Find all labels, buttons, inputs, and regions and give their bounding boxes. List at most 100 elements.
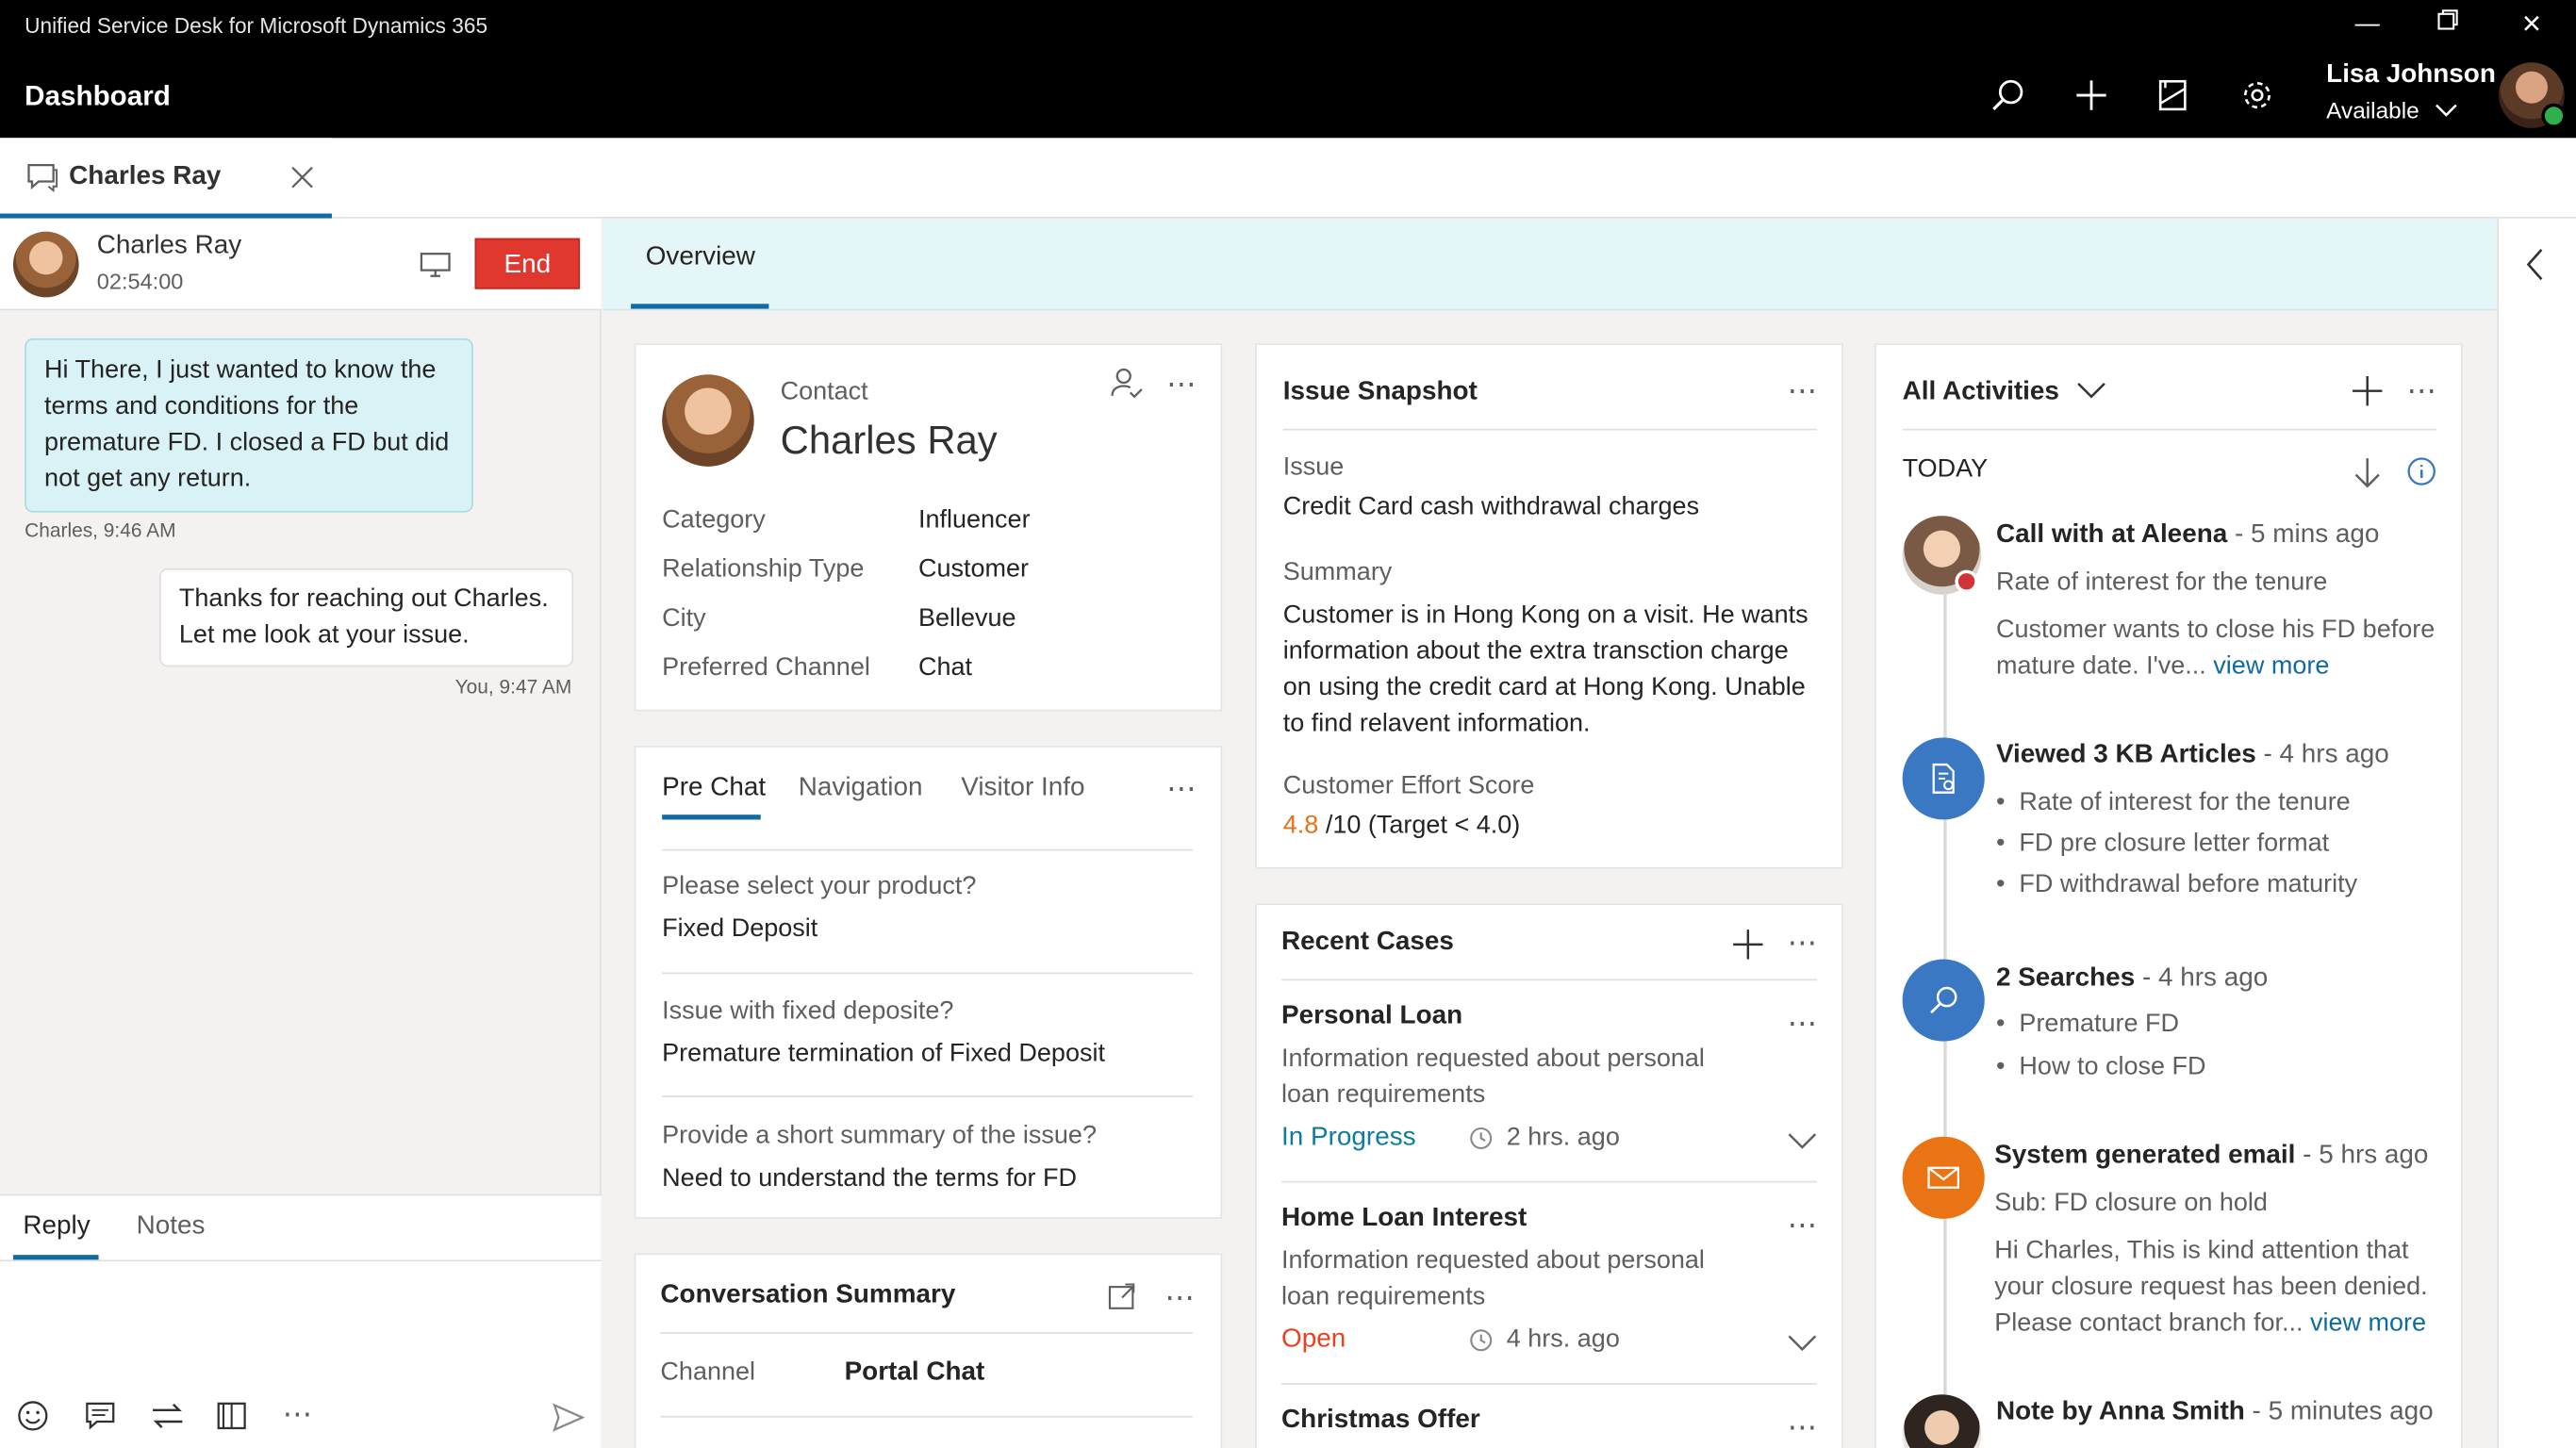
chevron-down-icon <box>2076 378 2105 407</box>
contact-more-icon[interactable]: ⋯ <box>1166 370 1197 399</box>
ces-value: 4.8 /10 (Target < 4.0) <box>1283 812 1520 841</box>
activity-header[interactable]: Viewed 3 KB Articles - 4 hrs ago <box>1996 741 2389 770</box>
emoji-icon[interactable] <box>16 1399 49 1440</box>
email-icon <box>1902 1136 1985 1219</box>
chevron-left-icon[interactable] <box>2525 248 2545 289</box>
activity-time: - 5 mins ago <box>2235 520 2380 549</box>
issue-more-icon[interactable]: ⋯ <box>1788 376 1819 405</box>
session-tab-charles-ray[interactable]: Charles Ray <box>0 138 332 219</box>
field-label: Category <box>662 505 766 535</box>
activity-detail: Customer wants to close his FD before ma… <box>1996 613 2439 685</box>
info-icon[interactable] <box>2407 456 2436 494</box>
divider <box>1282 428 1818 431</box>
prechat-tab-indicator <box>662 814 761 820</box>
cases-more-icon[interactable]: ⋯ <box>1788 928 1819 957</box>
prechat-answer: Premature termination of Fixed Deposit <box>662 1039 1106 1068</box>
view-more-link[interactable]: view more <box>2213 652 2329 681</box>
divider <box>660 1332 1193 1334</box>
tab-visitor-info[interactable]: Visitor Info <box>961 774 1084 803</box>
gear-icon <box>2243 82 2271 109</box>
more-options-icon[interactable]: ⋯ <box>283 1399 314 1428</box>
field-value: Bellevue <box>917 604 1016 633</box>
activity-time: - 5 hrs ago <box>2303 1141 2429 1170</box>
ces-label: Customer Effort Score <box>1282 771 1535 800</box>
add-case-icon[interactable] <box>1731 928 1764 969</box>
prechat-answer: Fixed Deposit <box>662 914 818 944</box>
history-icon <box>1467 1126 1494 1160</box>
case-title[interactable]: Personal Loan <box>1281 1002 1462 1031</box>
case-age: 2 hrs. ago <box>1506 1123 1620 1152</box>
kb-article-icon <box>1902 737 1985 820</box>
case-status: Open <box>1281 1325 1346 1354</box>
divider <box>662 848 1193 851</box>
page-title: Dashboard <box>25 80 171 112</box>
search-button[interactable] <box>1985 73 2031 119</box>
field-value: Influencer <box>917 505 1031 535</box>
quick-replies-icon[interactable] <box>84 1399 117 1440</box>
search-item[interactable]: • How to close FD <box>1996 1053 2206 1082</box>
chevron-down-icon[interactable] <box>1788 1330 1817 1359</box>
divider <box>662 1095 1193 1097</box>
recent-cases-title: Recent Cases <box>1281 928 1454 957</box>
activities-more-icon[interactable]: ⋯ <box>2407 376 2438 405</box>
activities-filter-dropdown[interactable]: All Activities <box>1903 378 2106 407</box>
activity-header[interactable]: 2 Searches - 4 hrs ago <box>1996 964 2268 994</box>
case-title[interactable]: Home Loan Interest <box>1281 1204 1527 1233</box>
field-label: City <box>662 604 706 633</box>
maximize-button[interactable] <box>2428 7 2468 42</box>
search-item[interactable]: • Premature FD <box>1996 1011 2179 1040</box>
case-title[interactable]: Christmas Offer <box>1281 1406 1480 1435</box>
case-more-icon[interactable]: ⋯ <box>1788 1210 1819 1240</box>
prechat-more-icon[interactable]: ⋯ <box>1166 774 1197 803</box>
assign-contact-icon[interactable] <box>1109 365 1145 409</box>
kb-article-item[interactable]: • Rate of interest for the tenure <box>1996 788 2351 817</box>
close-window-button[interactable]: × <box>2512 7 2551 42</box>
channel-label: Channel <box>660 1358 756 1387</box>
new-button[interactable] <box>2069 73 2115 119</box>
end-session-button[interactable]: End <box>474 238 581 289</box>
screen-share-icon[interactable] <box>419 252 452 287</box>
kb-article-item[interactable]: • FD withdrawal before maturity <box>1996 870 2357 899</box>
tab-prechat[interactable]: Pre Chat <box>662 774 766 803</box>
tab-notes[interactable]: Notes <box>137 1212 206 1242</box>
activity-header[interactable]: System generated email - 5 hrs ago <box>1994 1142 2428 1171</box>
expand-icon[interactable] <box>1107 1281 1136 1319</box>
notes-button[interactable] <box>2151 73 2197 119</box>
conversation-more-icon[interactable]: ⋯ <box>1164 1283 1196 1312</box>
presence-dropdown[interactable]: Available <box>2326 97 2458 123</box>
tab-reply[interactable]: Reply <box>23 1212 90 1242</box>
presence-status: Available <box>2326 96 2419 123</box>
transfer-icon[interactable] <box>150 1399 186 1440</box>
app-title: Unified Service Desk for Microsoft Dynam… <box>25 12 488 39</box>
send-icon[interactable] <box>552 1403 586 1440</box>
close-tab-icon[interactable] <box>290 166 313 197</box>
reply-input[interactable] <box>12 1268 588 1380</box>
prechat-answer: Need to understand the terms for FD <box>662 1164 1077 1193</box>
sort-down-icon[interactable] <box>2353 456 2382 498</box>
customer-name: Charles Ray <box>96 231 242 260</box>
contact-avatar <box>662 374 754 467</box>
summary-label: Summary <box>1282 558 1393 587</box>
session-timer: 02:54:00 <box>96 269 184 294</box>
activities-title: All Activities <box>1902 377 2059 406</box>
view-more-link[interactable]: view more <box>2310 1309 2426 1338</box>
minimize-button[interactable]: — <box>2348 7 2387 42</box>
chevron-down-icon <box>2436 97 2458 123</box>
settings-button[interactable] <box>2235 73 2281 119</box>
divider <box>1281 1180 1818 1183</box>
tab-overview[interactable]: Overview <box>646 243 755 272</box>
add-activity-icon[interactable] <box>2351 374 2384 416</box>
activity-header[interactable]: Note by Anna Smith - 5 minutes ago <box>1996 1398 2434 1427</box>
divider <box>1281 1383 1818 1385</box>
tab-navigation[interactable]: Navigation <box>799 774 923 803</box>
field-value: Customer <box>917 554 1030 584</box>
kb-article-item[interactable]: • FD pre closure letter format <box>1996 830 2329 859</box>
knowledge-base-icon[interactable] <box>215 1399 248 1440</box>
search-activity-icon <box>1902 959 1985 1042</box>
case-more-icon[interactable]: ⋯ <box>1788 1412 1819 1441</box>
case-more-icon[interactable]: ⋯ <box>1788 1009 1819 1038</box>
activity-header[interactable]: Call with at Aleena - 5 mins ago <box>1996 520 2379 550</box>
activity-title: System generated email <box>1994 1141 2296 1170</box>
activity-title: 2 Searches <box>1995 963 2136 993</box>
chevron-down-icon[interactable] <box>1788 1128 1817 1158</box>
